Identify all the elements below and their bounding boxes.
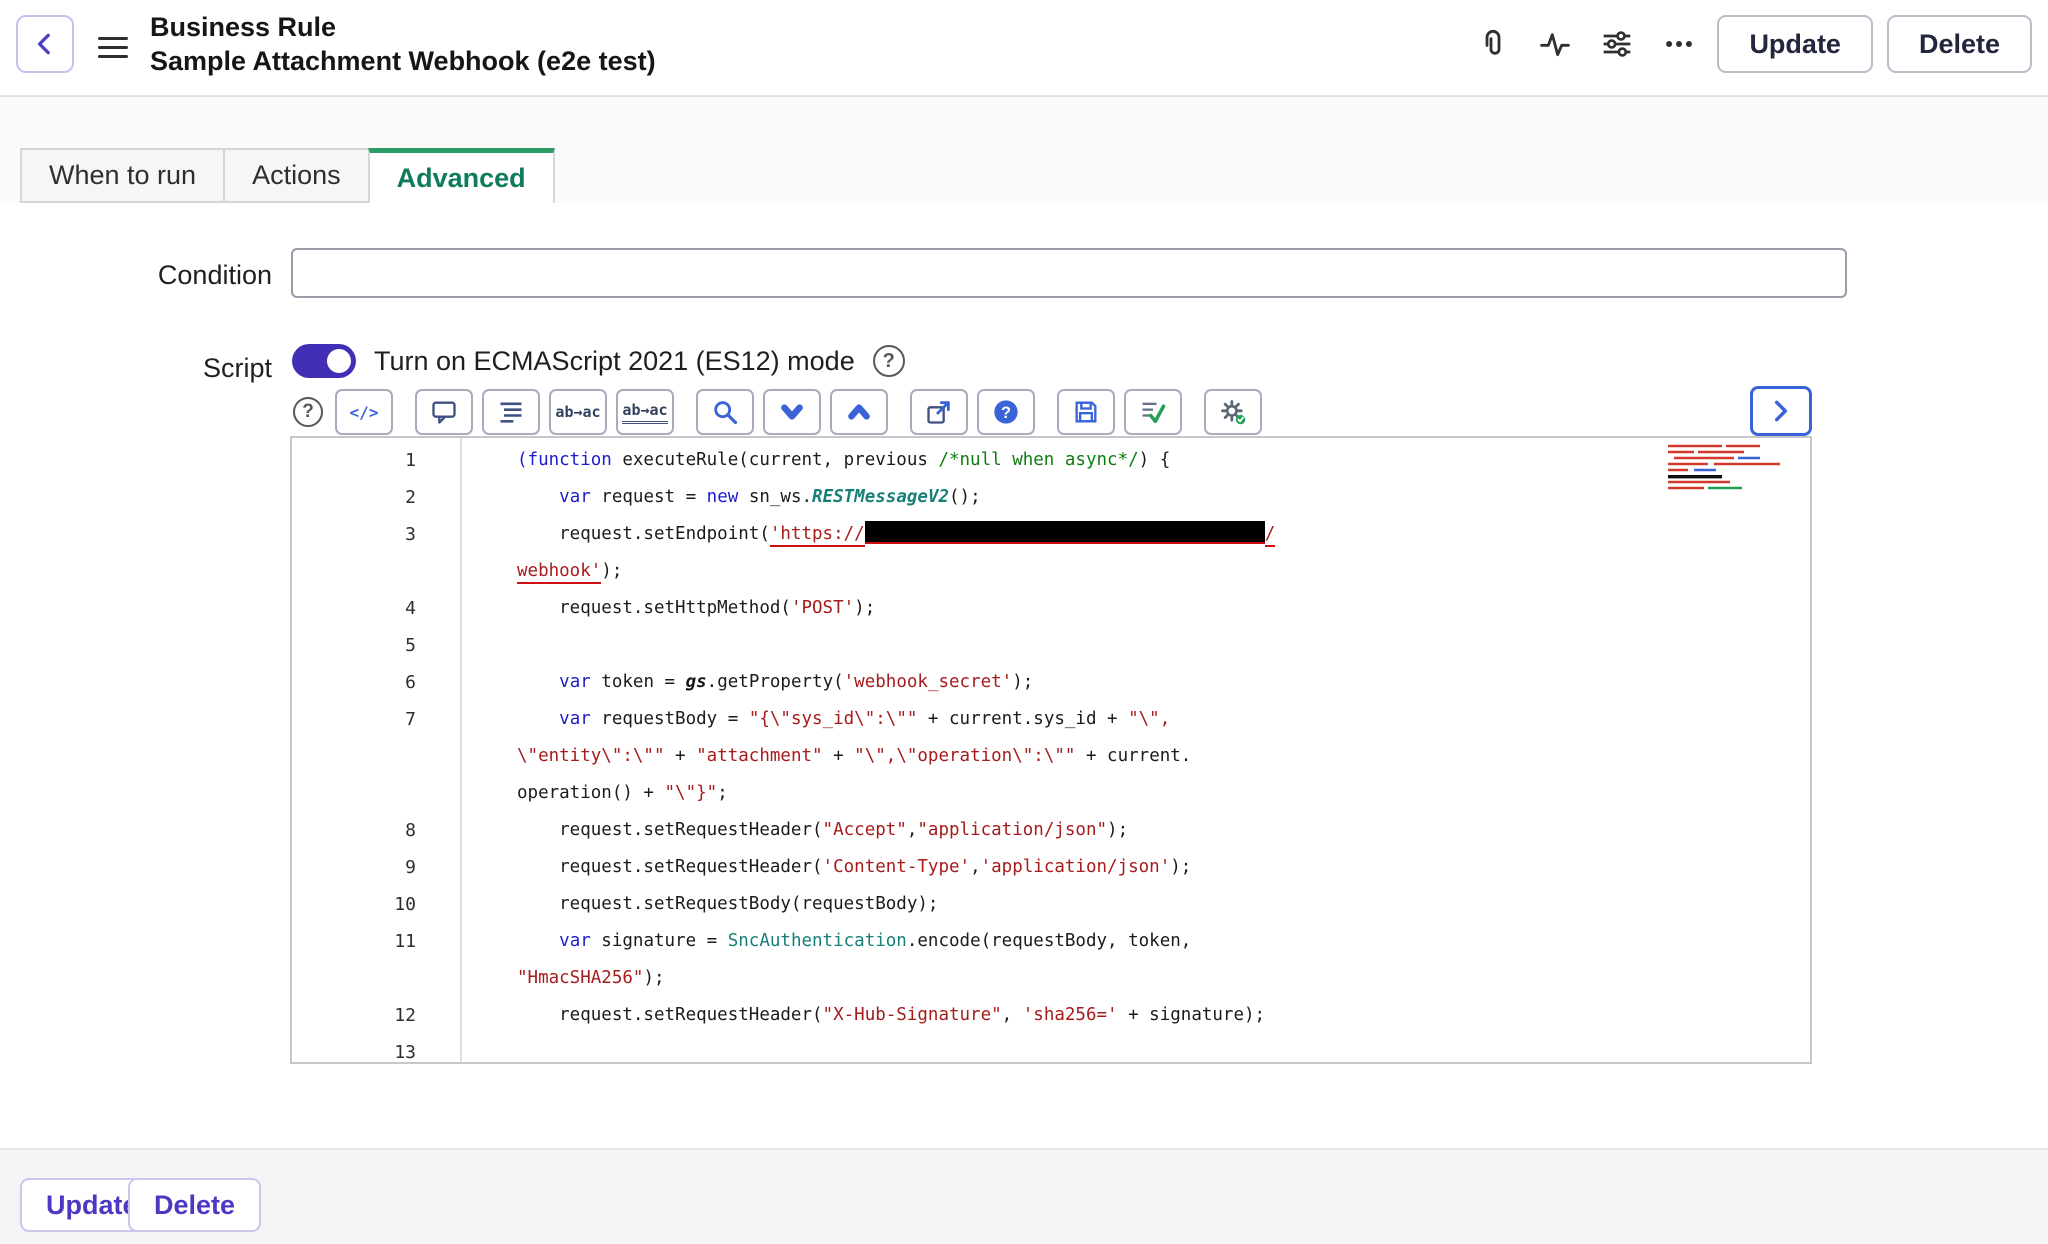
line-number: 7 bbox=[292, 701, 460, 812]
syntax-check-icon bbox=[1139, 398, 1167, 426]
form-tabs: When to run Actions Advanced bbox=[20, 148, 555, 203]
footer-delete-button[interactable]: Delete bbox=[128, 1178, 261, 1232]
tab-advanced[interactable]: Advanced bbox=[368, 148, 555, 203]
activity-stream-button[interactable] bbox=[1531, 20, 1579, 68]
record-type-title: Business Rule bbox=[150, 10, 656, 44]
line-number: 12 bbox=[292, 997, 460, 1034]
delete-button[interactable]: Delete bbox=[1887, 15, 2032, 73]
find-previous-icon bbox=[846, 399, 872, 425]
condition-label: Condition bbox=[40, 260, 272, 291]
line-number: 2 bbox=[292, 479, 460, 516]
format-code-button[interactable]: </> bbox=[335, 389, 393, 435]
header: Business Rule Sample Attachment Webhook … bbox=[0, 0, 2048, 97]
code-line[interactable]: 11 var signature = SncAuthentication.enc… bbox=[292, 923, 1810, 997]
advanced-tab-panel: Condition Script Turn on ECMAScript 2021… bbox=[0, 203, 2048, 1148]
replace-button[interactable]: ab→ac bbox=[549, 389, 607, 435]
svg-text:?: ? bbox=[1001, 404, 1011, 422]
help-icon: ? bbox=[293, 397, 323, 427]
tab-when-to-run[interactable]: When to run bbox=[20, 148, 223, 203]
script-editor-toolbar: ? </> ab→ac ab→ac bbox=[290, 389, 1262, 435]
save-button-toolbar[interactable] bbox=[1057, 389, 1115, 435]
line-number: 9 bbox=[292, 849, 460, 886]
activity-stream-icon bbox=[1539, 28, 1571, 60]
replace-all-button[interactable]: ab→ac bbox=[616, 389, 674, 435]
back-chevron-icon bbox=[32, 31, 58, 57]
code-line[interactable]: 6 var token = gs.getProperty('webhook_se… bbox=[292, 664, 1810, 701]
code-line[interactable]: 5 bbox=[292, 627, 1810, 664]
code-line[interactable]: 7 var requestBody = "{\"sys_id\":\"" + c… bbox=[292, 701, 1810, 812]
code-line[interactable]: 8 request.setRequestHeader("Accept","app… bbox=[292, 812, 1810, 849]
ellipsis-icon bbox=[1662, 27, 1696, 61]
line-number: 10 bbox=[292, 886, 460, 923]
line-number: 11 bbox=[292, 923, 460, 997]
personalize-form-icon bbox=[1601, 28, 1633, 60]
search-icon bbox=[711, 398, 739, 426]
format-document-button[interactable] bbox=[482, 389, 540, 435]
code-line[interactable]: 4 request.setHttpMethod('POST'); bbox=[292, 590, 1810, 627]
code-line[interactable]: 10 request.setRequestBody(requestBody); bbox=[292, 886, 1810, 923]
line-number: 6 bbox=[292, 664, 460, 701]
find-previous-button[interactable] bbox=[830, 389, 888, 435]
search-button[interactable] bbox=[696, 389, 754, 435]
line-number: 13 bbox=[292, 1034, 460, 1064]
open-window-icon bbox=[925, 398, 953, 426]
footer: Update Delete bbox=[0, 1148, 2048, 1244]
line-number: 5 bbox=[292, 627, 460, 664]
page-title: Business Rule Sample Attachment Webhook … bbox=[150, 10, 656, 78]
chevron-right-icon bbox=[1768, 398, 1794, 424]
find-next-button[interactable] bbox=[763, 389, 821, 435]
es-mode-toggle[interactable] bbox=[292, 344, 356, 378]
expand-toolbar-button[interactable] bbox=[1750, 386, 1812, 436]
format-code-icon: </> bbox=[350, 403, 379, 422]
code-line[interactable]: 1(function executeRule(current, previous… bbox=[292, 442, 1810, 479]
debug-button[interactable] bbox=[1204, 389, 1262, 435]
more-options-button[interactable] bbox=[1655, 20, 1703, 68]
toggle-knob bbox=[327, 349, 351, 373]
editor-help-button[interactable]: ? bbox=[290, 389, 326, 435]
line-number: 1 bbox=[292, 442, 460, 479]
paperclip-icon bbox=[1477, 28, 1509, 60]
back-button[interactable] bbox=[16, 15, 74, 73]
replace-icon: ab→ac bbox=[555, 403, 600, 421]
syntax-check-button[interactable] bbox=[1124, 389, 1182, 435]
save-icon bbox=[1072, 398, 1100, 426]
code-line[interactable]: 12 request.setRequestHeader("X-Hub-Signa… bbox=[292, 997, 1810, 1034]
code-line[interactable]: 2 var request = new sn_ws.RESTMessageV2(… bbox=[292, 479, 1810, 516]
comment-icon bbox=[430, 398, 458, 426]
line-number: 3 bbox=[292, 516, 460, 590]
minimap-annotations[interactable] bbox=[1664, 441, 1784, 503]
code-editor[interactable]: 1(function executeRule(current, previous… bbox=[290, 436, 1812, 1064]
line-number: 4 bbox=[292, 590, 460, 627]
open-window-button[interactable] bbox=[910, 389, 968, 435]
code-line[interactable]: 13 bbox=[292, 1034, 1810, 1064]
tab-actions[interactable]: Actions bbox=[223, 148, 368, 203]
script-label: Script bbox=[40, 353, 272, 384]
code-line[interactable]: 9 request.setRequestHeader('Content-Type… bbox=[292, 849, 1810, 886]
debug-icon bbox=[1219, 398, 1247, 426]
attachment-button[interactable] bbox=[1469, 20, 1517, 68]
record-title: Sample Attachment Webhook (e2e test) bbox=[150, 44, 656, 78]
find-next-icon bbox=[779, 399, 805, 425]
code-lines[interactable]: 1(function executeRule(current, previous… bbox=[292, 438, 1810, 1062]
redacted-url bbox=[865, 521, 1265, 544]
replace-all-icon: ab→ac bbox=[622, 401, 667, 424]
code-line[interactable]: 3 request.setEndpoint('https:///webhook'… bbox=[292, 516, 1810, 590]
comment-button[interactable] bbox=[415, 389, 473, 435]
api-help-button[interactable]: ? bbox=[977, 389, 1035, 435]
es-mode-help-icon[interactable]: ? bbox=[873, 345, 905, 377]
gutter-separator bbox=[460, 438, 462, 1062]
line-number: 8 bbox=[292, 812, 460, 849]
update-button[interactable]: Update bbox=[1717, 15, 1873, 73]
personalize-form-button[interactable] bbox=[1593, 20, 1641, 68]
hamburger-icon[interactable] bbox=[98, 32, 128, 62]
condition-input[interactable] bbox=[291, 248, 1847, 298]
format-document-icon bbox=[497, 398, 525, 426]
es-mode-label: Turn on ECMAScript 2021 (ES12) mode bbox=[374, 346, 855, 377]
api-help-icon: ? bbox=[992, 398, 1020, 426]
